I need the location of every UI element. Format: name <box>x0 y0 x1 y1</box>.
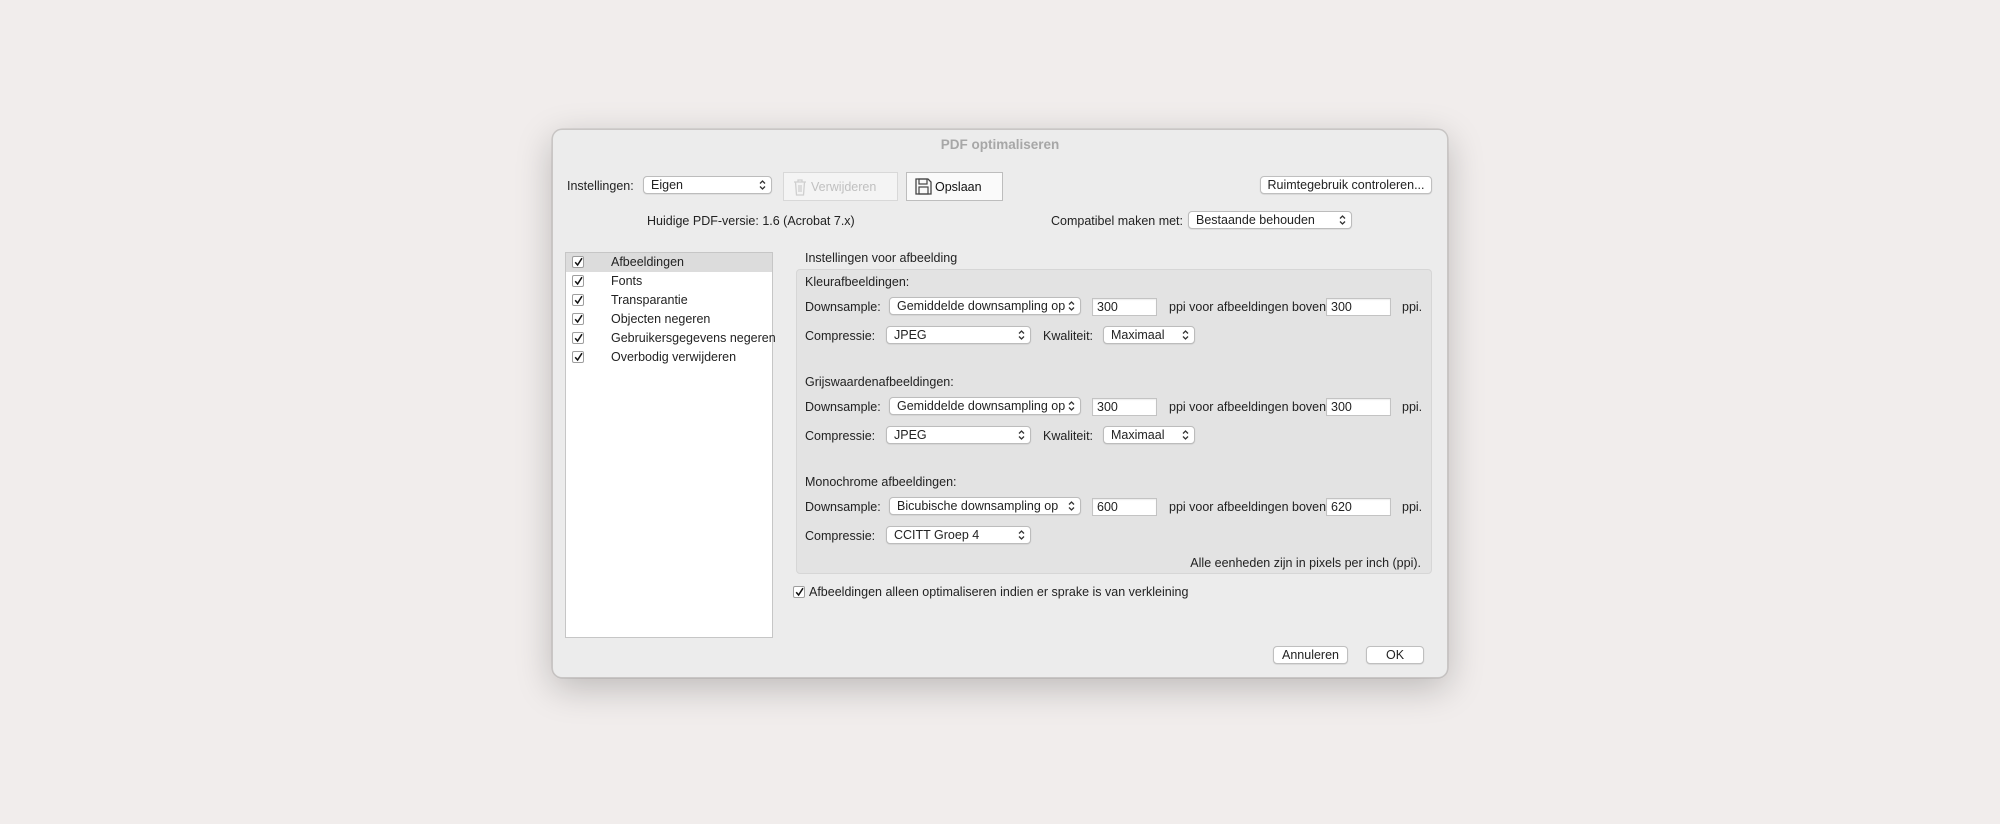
category-list: Afbeeldingen Fonts Transparantie Objecte… <box>565 252 776 638</box>
units-note: Alle eenheden zijn in pixels per inch (p… <box>1190 556 1421 570</box>
mono-downsample-select[interactable]: Bicubische downsampling op <box>889 497 1081 515</box>
select-arrows-icon <box>1068 401 1075 411</box>
optimize-only-label: Afbeeldingen alleen optimaliseren indien… <box>809 585 1189 599</box>
sidebar-item-fonts[interactable]: Fonts <box>566 272 772 291</box>
sidebar-item-afbeeldingen[interactable]: Afbeeldingen <box>566 253 772 272</box>
checkmark-icon <box>574 276 583 286</box>
checkmark-icon <box>795 587 804 597</box>
ok-button[interactable]: OK <box>1366 646 1424 664</box>
save-button[interactable]: Opslaan <box>906 172 1003 201</box>
gray-quality-select[interactable]: Maximaal <box>1103 426 1195 444</box>
settings-select[interactable]: Eigen <box>643 176 772 194</box>
gray-compression-label: Compressie: <box>805 429 876 443</box>
pdf-optimizer-dialog: PDF optimaliseren Instellingen: Eigen Ve… <box>552 129 1448 678</box>
floppy-disk-icon <box>915 178 932 195</box>
sidebar-item-transparantie[interactable]: Transparantie <box>566 291 772 310</box>
checkmark-icon <box>574 352 583 362</box>
color-downsample-select[interactable]: Gemiddelde downsampling op <box>889 297 1081 315</box>
item-checkbox[interactable] <box>572 351 584 363</box>
gray-images-heading: Grijswaardenafbeeldingen: <box>805 375 954 389</box>
item-checkbox[interactable] <box>572 256 584 268</box>
checkmark-icon <box>574 257 583 267</box>
sidebar-item-objecten-negeren[interactable]: Objecten negeren <box>566 310 772 329</box>
sidebar-item-label: Overbodig verwijderen <box>611 350 737 364</box>
gray-ppi-input[interactable]: 300 <box>1092 398 1157 416</box>
mono-compression-select[interactable]: CCITT Groep 4 <box>886 526 1031 544</box>
sidebar-item-label: Fonts <box>611 274 643 288</box>
sidebar-item-label: Afbeeldingen <box>611 255 684 269</box>
color-compression-label: Compressie: <box>805 329 876 343</box>
color-ppi-label: ppi. <box>1402 300 1423 314</box>
select-arrows-icon <box>1018 530 1025 540</box>
select-arrows-icon <box>1018 430 1025 440</box>
color-above-input[interactable]: 300 <box>1326 298 1391 316</box>
color-images-heading: Kleurafbeeldingen: <box>805 275 910 289</box>
gray-quality-label: Kwaliteit: <box>1043 429 1094 443</box>
window-title: PDF optimaliseren <box>940 137 1060 152</box>
select-arrows-icon <box>759 180 766 190</box>
select-arrows-icon <box>1068 301 1075 311</box>
item-checkbox[interactable] <box>572 313 584 325</box>
color-ppi-above-label: ppi voor afbeeldingen boven <box>1169 300 1327 314</box>
trash-icon <box>794 178 806 196</box>
cancel-button[interactable]: Annuleren <box>1273 646 1348 664</box>
mono-above-input[interactable]: 620 <box>1326 498 1391 516</box>
item-checkbox[interactable] <box>572 332 584 344</box>
panel-title: Instellingen voor afbeelding <box>805 251 958 265</box>
compatible-label: Compatibel maken met: <box>1051 214 1184 228</box>
checkmark-icon <box>574 314 583 324</box>
checkmark-icon <box>574 295 583 305</box>
select-arrows-icon <box>1182 330 1189 340</box>
gray-ppi-above-label: ppi voor afbeeldingen boven <box>1169 400 1327 414</box>
delete-button[interactable]: Verwijderen <box>783 172 898 201</box>
sidebar-item-label: Gebruikersgegevens negeren <box>611 331 776 345</box>
image-settings-group: Kleurafbeeldingen: Downsample: Gemiddeld… <box>796 269 1432 574</box>
mono-compression-label: Compressie: <box>805 529 876 543</box>
color-quality-select[interactable]: Maximaal <box>1103 326 1195 344</box>
color-quality-label: Kwaliteit: <box>1043 329 1094 343</box>
checkmark-icon <box>574 333 583 343</box>
current-pdf-version: Huidige PDF-versie: 1.6 (Acrobat 7.x) <box>647 214 855 228</box>
select-arrows-icon <box>1018 330 1025 340</box>
gray-downsample-label: Downsample: <box>805 400 881 414</box>
compatibility-select[interactable]: Bestaande behouden <box>1188 211 1352 229</box>
item-checkbox[interactable] <box>572 275 584 287</box>
item-checkbox[interactable] <box>572 294 584 306</box>
mono-ppi-label: ppi. <box>1402 500 1423 514</box>
gray-ppi-label: ppi. <box>1402 400 1423 414</box>
select-arrows-icon <box>1068 501 1075 511</box>
select-arrows-icon <box>1182 430 1189 440</box>
sidebar-item-gebruikersgegevens-negeren[interactable]: Gebruikersgegevens negeren <box>566 329 776 348</box>
audit-space-button[interactable]: Ruimtegebruik controleren... <box>1260 176 1432 194</box>
select-arrows-icon <box>1339 215 1346 225</box>
mono-images-heading: Monochrome afbeeldingen: <box>805 475 957 489</box>
mono-ppi-above-label: ppi voor afbeeldingen boven <box>1169 500 1327 514</box>
sidebar-item-overbodig-verwijderen[interactable]: Overbodig verwijderen <box>566 348 772 367</box>
gray-above-input[interactable]: 300 <box>1326 398 1391 416</box>
optimize-only-checkbox[interactable] <box>793 586 805 598</box>
color-compression-select[interactable]: JPEG <box>886 326 1031 344</box>
settings-label: Instellingen: <box>567 179 634 193</box>
sidebar-item-label: Objecten negeren <box>611 312 711 326</box>
color-downsample-label: Downsample: <box>805 300 881 314</box>
gray-compression-select[interactable]: JPEG <box>886 426 1031 444</box>
mono-ppi-input[interactable]: 600 <box>1092 498 1157 516</box>
mono-downsample-label: Downsample: <box>805 500 881 514</box>
gray-downsample-select[interactable]: Gemiddelde downsampling op <box>889 397 1081 415</box>
sidebar-item-label: Transparantie <box>611 293 688 307</box>
color-ppi-input[interactable]: 300 <box>1092 298 1157 316</box>
